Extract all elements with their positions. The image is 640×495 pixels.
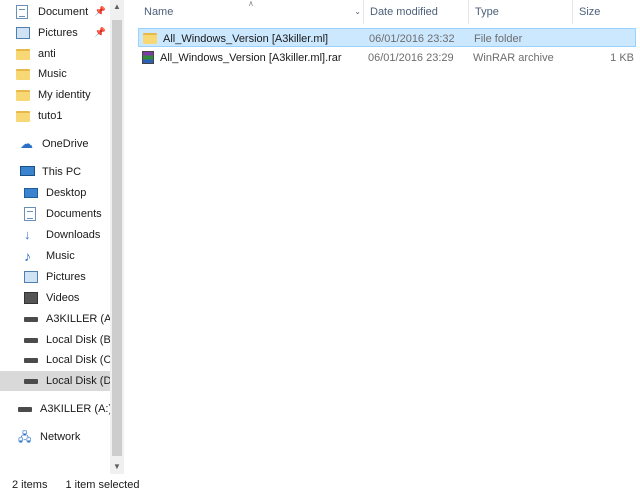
file-date: 06/01/2016 23:32 — [369, 32, 455, 45]
pictures-icon — [24, 270, 40, 284]
nav-item-label: My identity — [38, 89, 91, 101]
nav-item-local-disk-c[interactable]: Local Disk (C:) — [0, 350, 110, 370]
status-bar: 2 items 1 item selected — [0, 474, 640, 495]
nav-item-label: Document — [38, 6, 89, 18]
nav-item-local-disk-b[interactable]: Local Disk (B:) — [0, 330, 110, 350]
nav-item-label: A3KILLER (A:) — [40, 403, 110, 415]
folder-icon — [143, 33, 157, 44]
file-name: All_Windows_Version [A3killer.ml].rar — [160, 51, 342, 64]
nav-item-a3killer-drive[interactable]: A3KILLER (A:) — [0, 309, 110, 329]
drive-icon — [24, 312, 40, 326]
nav-item-pictures[interactable]: Pictures — [0, 267, 110, 287]
videos-icon — [24, 291, 40, 305]
nav-item-label: Downloads — [46, 229, 101, 241]
folder-icon — [16, 88, 32, 102]
nav-item-label: Desktop — [46, 187, 87, 199]
pictures-icon — [16, 26, 32, 40]
nav-item-desktop[interactable]: Desktop — [0, 183, 110, 203]
scrollbar-thumb[interactable] — [112, 20, 122, 456]
scroll-up-icon[interactable]: ▲ — [110, 0, 124, 14]
nav-item-local-disk-d[interactable]: Local Disk (D:) — [0, 371, 124, 391]
file-date: 06/01/2016 23:29 — [368, 51, 454, 64]
file-name: All_Windows_Version [A3killer.ml] — [163, 32, 329, 45]
drive-icon — [18, 402, 34, 416]
network-icon: 🖧 — [18, 430, 32, 444]
nav-item-a3killer-removable[interactable]: A3KILLER (A:) — [0, 399, 110, 419]
scroll-down-icon[interactable]: ▼ — [110, 460, 124, 474]
nav-item-downloads[interactable]: ↓ Downloads — [0, 225, 110, 245]
nav-item-label: Local Disk (B:) — [46, 334, 110, 346]
file-type: File folder — [474, 32, 523, 45]
document-icon — [24, 207, 40, 221]
nav-item-music-quick[interactable]: Music — [0, 64, 110, 84]
column-header-size[interactable]: Size — [573, 0, 640, 24]
folder-icon — [16, 67, 32, 81]
nav-item-label: Videos — [46, 292, 80, 304]
desktop-icon — [24, 186, 40, 200]
file-name-cell: All_Windows_Version [A3killer.ml].rar — [142, 48, 342, 67]
column-header-size-label: Size — [579, 6, 601, 18]
nav-item-my-identity[interactable]: My identity — [0, 85, 110, 105]
nav-item-label: Local Disk (C:) — [46, 354, 110, 366]
drive-icon — [24, 333, 40, 347]
pin-icon: 📌 — [94, 6, 106, 16]
computer-icon — [20, 165, 36, 179]
nav-item-label: Music — [46, 250, 75, 262]
nav-item-label: Pictures — [38, 27, 78, 39]
nav-item-music[interactable]: ♪ Music — [0, 246, 110, 266]
column-header: ∧ Name ⌄ Date modified Type Size — [124, 0, 640, 24]
nav-item-network[interactable]: 🖧 Network — [0, 427, 110, 447]
column-header-name[interactable]: Name ⌄ — [138, 0, 364, 24]
file-row[interactable]: All_Windows_Version [A3killer.ml] 06/01/… — [138, 28, 636, 47]
nav-scrollbar[interactable]: ▲ ▼ — [110, 0, 124, 474]
column-header-date[interactable]: Date modified — [364, 0, 469, 24]
file-row[interactable]: All_Windows_Version [A3killer.ml].rar 06… — [138, 48, 636, 67]
nav-item-document[interactable]: Document 📌 — [0, 2, 110, 22]
download-icon: ↓ — [24, 227, 31, 242]
nav-item-pictures-quick[interactable]: Pictures 📌 — [0, 23, 110, 43]
file-type: WinRAR archive — [473, 51, 554, 64]
nav-item-videos[interactable]: Videos — [0, 288, 110, 308]
rar-archive-icon — [142, 51, 154, 64]
chevron-down-icon[interactable]: ⌄ — [354, 7, 361, 16]
nav-item-label: tuto1 — [38, 110, 63, 122]
nav-item-label: Network — [40, 431, 81, 443]
column-header-type-label: Type — [475, 6, 499, 18]
nav-item-label: Documents — [46, 208, 102, 220]
nav-item-anti[interactable]: anti — [0, 44, 110, 64]
document-icon — [16, 5, 32, 19]
status-selection: 1 item selected — [65, 478, 140, 491]
nav-item-label: Local Disk (D:) — [46, 375, 119, 387]
nav-item-label: Pictures — [46, 271, 86, 283]
nav-item-label: This PC — [42, 166, 82, 178]
status-item-count: 2 items — [12, 478, 48, 491]
nav-item-label: OneDrive — [42, 138, 89, 150]
drive-icon — [24, 353, 40, 367]
cloud-icon: ☁ — [20, 136, 33, 151]
column-header-date-label: Date modified — [370, 6, 438, 18]
nav-item-label: anti — [38, 48, 56, 60]
column-header-name-label: Name — [144, 6, 174, 18]
nav-item-documents[interactable]: Documents — [0, 204, 110, 224]
nav-item-label: A3KILLER (A:) — [46, 313, 110, 325]
file-size: 1 KB — [610, 51, 634, 64]
column-header-type[interactable]: Type — [469, 0, 573, 24]
nav-item-onedrive[interactable]: ☁ OneDrive — [0, 134, 110, 154]
nav-item-this-pc[interactable]: This PC — [0, 162, 110, 182]
drive-icon — [24, 374, 40, 388]
navigation-pane: Document 📌 Pictures 📌 anti Music My iden… — [0, 0, 124, 474]
music-icon: ♪ — [24, 248, 31, 264]
nav-item-label: Music — [38, 68, 67, 80]
folder-icon — [16, 47, 32, 61]
file-name-cell: All_Windows_Version [A3killer.ml] — [143, 29, 328, 48]
folder-icon — [16, 109, 32, 123]
pin-icon: 📌 — [94, 27, 106, 37]
nav-item-tuto1[interactable]: tuto1 — [0, 106, 110, 126]
